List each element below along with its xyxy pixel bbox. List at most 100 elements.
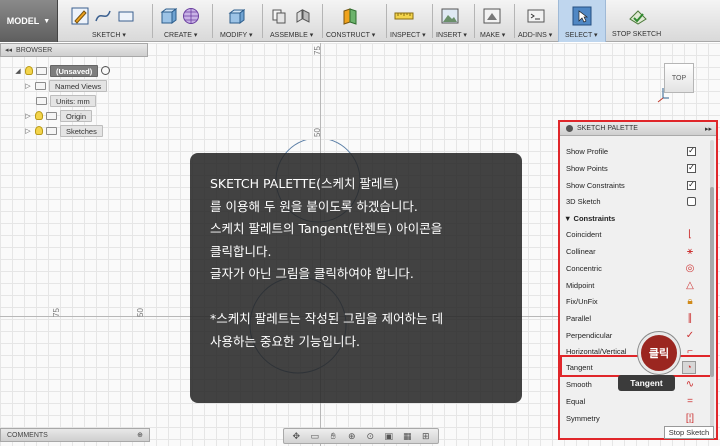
visibility-bulb-icon[interactable] bbox=[35, 126, 43, 135]
3d-sketch-checkbox[interactable] bbox=[687, 196, 696, 206]
create-group[interactable]: CREATE ▾ bbox=[158, 0, 208, 42]
tree-item[interactable]: Units: mm bbox=[36, 94, 96, 107]
option-show-constraints[interactable]: Show Constraints ✓ bbox=[566, 178, 696, 192]
make-group[interactable]: MAKE ▾ bbox=[478, 0, 512, 42]
spline-icon[interactable] bbox=[93, 6, 113, 26]
section-collapse-icon[interactable]: ▼ bbox=[564, 214, 571, 223]
pan-hand-icon[interactable]: ✋︎ bbox=[326, 431, 340, 441]
constraint-parallel[interactable]: Parallel ∥ bbox=[566, 311, 696, 325]
constraint-collinear[interactable]: Collinear ⚹ bbox=[566, 244, 696, 258]
tree-item-label[interactable]: Origin bbox=[60, 109, 93, 122]
zoom-icon[interactable]: ⊕ bbox=[345, 431, 359, 441]
extrude-icon[interactable] bbox=[158, 6, 178, 26]
expand-palette-icon[interactable]: ▸▸ bbox=[705, 125, 712, 133]
smooth-icon[interactable]: ∿ bbox=[684, 379, 696, 390]
construct-group[interactable]: CONSTRUCT ▾ bbox=[326, 0, 386, 42]
joint-icon[interactable] bbox=[293, 6, 313, 26]
offset-plane-icon[interactable] bbox=[340, 6, 360, 26]
viewports-icon[interactable]: ⊞ bbox=[419, 431, 433, 441]
concentric-icon[interactable]: ◎ bbox=[684, 263, 696, 274]
constraint-coincident[interactable]: Coincident ⌊ bbox=[566, 227, 696, 241]
insert-label[interactable]: INSERT ▾ bbox=[436, 31, 467, 39]
sketch-label[interactable]: SKETCH ▾ bbox=[92, 31, 126, 39]
sketch-pencil-icon[interactable] bbox=[70, 6, 90, 26]
select-label[interactable]: SELECT ▾ bbox=[565, 31, 598, 39]
expand-triangle-icon[interactable]: ▷ bbox=[24, 127, 32, 135]
show-constraints-checkbox[interactable]: ✓ bbox=[687, 180, 696, 190]
collapse-icon[interactable]: ◂◂ bbox=[5, 46, 12, 54]
midpoint-icon[interactable]: △ bbox=[684, 280, 696, 291]
rectangle-icon[interactable] bbox=[116, 6, 136, 26]
assemble-label[interactable]: ASSEMBLE ▾ bbox=[270, 31, 313, 39]
new-component-icon[interactable] bbox=[270, 6, 290, 26]
tree-root[interactable]: ◢ (Unsaved) bbox=[14, 64, 111, 77]
modify-label[interactable]: MODIFY ▾ bbox=[220, 31, 253, 39]
scripts-icon[interactable] bbox=[526, 6, 546, 26]
select-group[interactable]: SELECT ▾ bbox=[558, 0, 606, 42]
constraint-equal[interactable]: Equal = bbox=[566, 394, 696, 408]
collinear-icon[interactable]: ⚹ bbox=[684, 246, 696, 257]
insert-group[interactable]: INSERT ▾ bbox=[436, 0, 472, 42]
lock-icon[interactable]: 🔒︎ bbox=[684, 296, 696, 307]
tree-item-label[interactable]: Units: mm bbox=[50, 94, 96, 107]
stop-sketch-flag-icon[interactable] bbox=[628, 6, 648, 26]
root-document-label[interactable]: (Unsaved) bbox=[50, 64, 99, 77]
constraints-section-header[interactable]: ▼ Constraints bbox=[564, 214, 615, 223]
tangent-icon[interactable]: ◔ bbox=[682, 360, 696, 374]
stop-sketch-group[interactable]: STOP SKETCH bbox=[610, 0, 666, 42]
comments-panel-header[interactable]: COMMENTS ⊕ bbox=[0, 428, 150, 442]
make-label[interactable]: MAKE ▾ bbox=[480, 31, 505, 39]
constraint-concentric[interactable]: Concentric ◎ bbox=[566, 261, 696, 275]
stop-sketch-button[interactable]: Stop Sketch bbox=[664, 426, 714, 439]
tree-item[interactable]: ▷ Sketches bbox=[24, 124, 103, 137]
tree-item[interactable]: ▷ Origin bbox=[24, 109, 93, 122]
add-comment-icon[interactable]: ⊕ bbox=[137, 431, 143, 439]
collapse-triangle-icon[interactable]: ◢ bbox=[14, 67, 22, 75]
visibility-bulb-icon[interactable] bbox=[35, 111, 43, 120]
constraint-midpoint[interactable]: Midpoint △ bbox=[566, 278, 696, 292]
parallel-icon[interactable]: ∥ bbox=[684, 313, 696, 324]
inspect-group[interactable]: INSPECT ▾ bbox=[390, 0, 430, 42]
stop-sketch-label[interactable]: STOP SKETCH bbox=[612, 31, 661, 38]
symmetry-icon[interactable]: [¦] bbox=[684, 413, 696, 424]
visibility-bulb-icon[interactable] bbox=[25, 66, 33, 75]
display-settings-icon[interactable]: ▣ bbox=[382, 431, 396, 441]
option-show-profile[interactable]: Show Profile ✓ bbox=[566, 144, 696, 158]
zoom-window-icon[interactable]: ⊙ bbox=[363, 431, 377, 441]
equal-icon[interactable]: = bbox=[684, 396, 696, 407]
palette-header[interactable]: SKETCH PALETTE ▸▸ bbox=[560, 122, 716, 136]
option-3d-sketch[interactable]: 3D Sketch bbox=[566, 194, 696, 208]
create-label[interactable]: CREATE ▾ bbox=[164, 31, 197, 39]
select-arrow-icon[interactable] bbox=[572, 6, 592, 26]
workspace-mode-button[interactable]: MODEL ▼ bbox=[0, 0, 58, 42]
addins-label[interactable]: ADD-INS ▾ bbox=[518, 31, 552, 39]
option-show-points[interactable]: Show Points ✓ bbox=[566, 161, 696, 175]
sketch-group[interactable]: SKETCH ▾ bbox=[70, 0, 150, 42]
tree-item[interactable]: ▷ Named Views bbox=[24, 79, 108, 92]
modify-group[interactable]: MODIFY ▾ bbox=[220, 0, 260, 42]
insert-image-icon[interactable] bbox=[440, 6, 460, 26]
constraint-fix-unfix[interactable]: Fix/UnFix 🔒︎ bbox=[566, 294, 696, 308]
orbit-icon[interactable]: ✥ bbox=[289, 431, 303, 441]
sphere-grid-icon[interactable] bbox=[181, 6, 201, 26]
constraint-symmetry[interactable]: Symmetry [¦] bbox=[566, 411, 696, 425]
palette-scrollbar-thumb[interactable] bbox=[710, 187, 714, 377]
tree-item-label[interactable]: Named Views bbox=[49, 79, 108, 92]
perpendicular-icon[interactable]: ✓ bbox=[684, 330, 696, 341]
look-at-icon[interactable]: ▭ bbox=[308, 431, 322, 441]
expand-triangle-icon[interactable]: ▷ bbox=[24, 82, 32, 90]
palette-pin-icon[interactable] bbox=[566, 125, 573, 132]
show-points-checkbox[interactable]: ✓ bbox=[687, 163, 696, 173]
construct-label[interactable]: CONSTRUCT ▾ bbox=[326, 31, 375, 39]
3d-print-icon[interactable] bbox=[482, 6, 502, 26]
tree-item-label[interactable]: Sketches bbox=[60, 124, 103, 137]
browser-header[interactable]: ◂◂ BROWSER bbox=[0, 43, 148, 57]
assemble-group[interactable]: ASSEMBLE ▾ bbox=[266, 0, 321, 42]
press-pull-icon[interactable] bbox=[226, 6, 246, 26]
show-profile-checkbox[interactable]: ✓ bbox=[687, 146, 696, 156]
activate-radio-icon[interactable] bbox=[101, 66, 111, 75]
coincident-icon[interactable]: ⌊ bbox=[684, 229, 696, 240]
constraint-perpendicular[interactable]: Perpendicular ✓ bbox=[566, 328, 696, 342]
measure-ruler-icon[interactable] bbox=[394, 6, 414, 26]
grid-settings-icon[interactable]: ▦ bbox=[400, 431, 414, 441]
